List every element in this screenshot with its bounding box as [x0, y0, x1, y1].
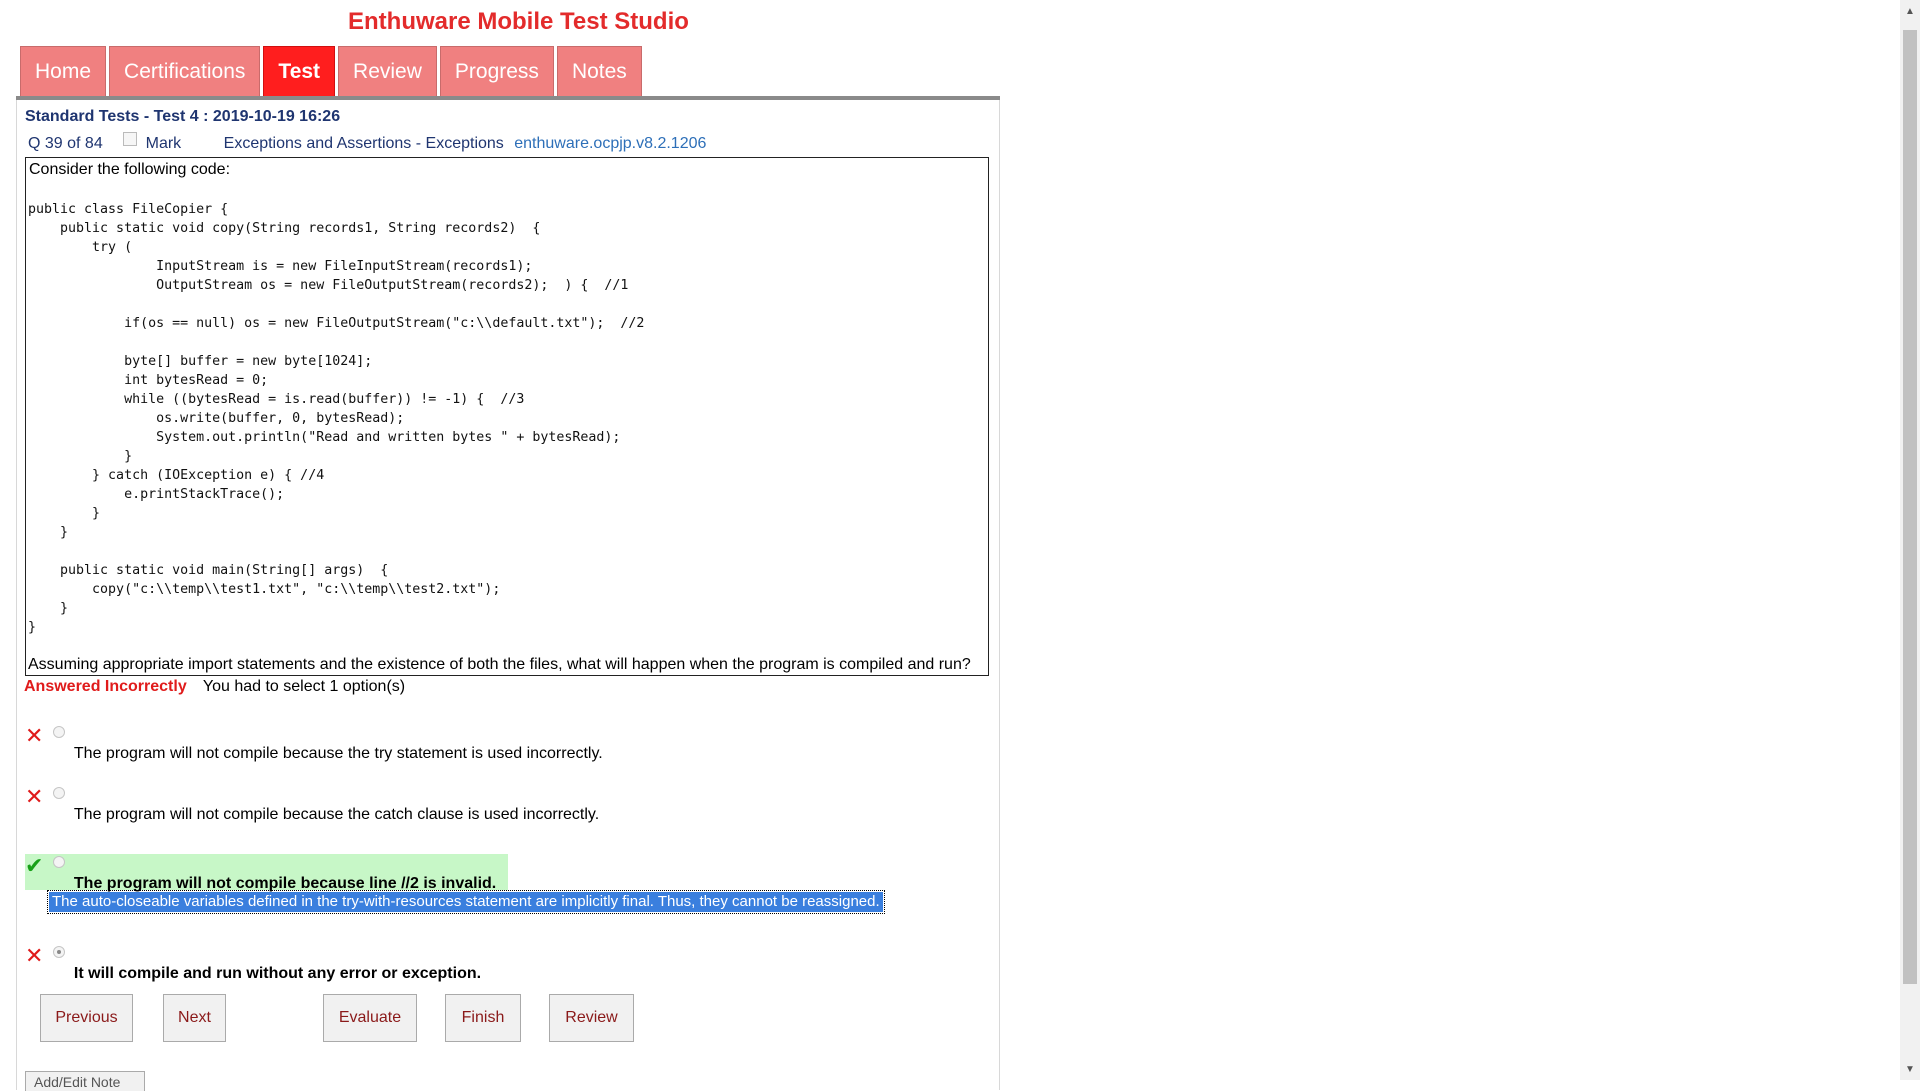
option-2: ✕ The program will not compile because t… — [25, 784, 600, 824]
answer-status: Answered Incorrectly You had to select 1… — [24, 678, 405, 696]
question-header: Q 39 of 84 Mark Exceptions and Assertion… — [28, 132, 706, 153]
question-prompt: Assuming appropriate import statements a… — [28, 656, 971, 673]
option-2-text: The program will not compile because the… — [73, 806, 600, 823]
option-1: ✕ The program will not compile because t… — [25, 723, 603, 763]
question-box: Consider the following code: public clas… — [25, 157, 989, 676]
scroll-down-icon[interactable]: ▼ — [1905, 1064, 1915, 1075]
tab-test[interactable]: Test — [263, 46, 336, 96]
scroll-up-icon[interactable]: ▲ — [1905, 6, 1915, 17]
vertical-scrollbar[interactable]: ▲ ▼ — [1900, 0, 1920, 1080]
option-3: ✔ The program will not compile because l… — [25, 853, 509, 892]
option-1-radio[interactable] — [53, 726, 66, 738]
add-edit-note-label: Add/Edit Note — [34, 1074, 121, 1090]
code-block: public class FileCopier { public static … — [28, 202, 645, 635]
option-4-text: It will compile and run without any erro… — [73, 965, 482, 982]
evaluate-button[interactable]: Evaluate — [323, 994, 417, 1042]
option-3-radio[interactable] — [53, 856, 66, 868]
explanation-text: The auto-closeable variables defined in … — [47, 890, 885, 914]
question-intro: Consider the following code: — [29, 161, 231, 178]
mark-label[interactable]: Mark — [146, 135, 182, 152]
option-2-radio[interactable] — [53, 787, 66, 799]
wrong-icon: ✕ — [25, 784, 44, 809]
selection-instruction: You had to select 1 option(s) — [202, 678, 406, 695]
tab-progress[interactable]: Progress — [439, 46, 554, 96]
app-title: Enthuware Mobile Test Studio — [348, 8, 689, 35]
option-4: ✕ It will compile and run without any er… — [25, 943, 482, 983]
tab-home[interactable]: Home — [20, 46, 107, 96]
wrong-icon: ✕ — [25, 723, 44, 748]
next-button[interactable]: Next — [163, 994, 226, 1042]
test-name: Standard Tests - Test 4 : 2019-10-19 16:… — [25, 108, 341, 125]
question-topic: Exceptions and Assertions - Exceptions — [223, 135, 504, 152]
mark-checkbox[interactable] — [123, 132, 138, 146]
wrong-icon: ✕ — [25, 943, 44, 968]
option-4-radio[interactable] — [53, 946, 66, 958]
previous-button[interactable]: Previous — [40, 994, 133, 1042]
result-status: Answered Incorrectly — [24, 678, 187, 695]
finish-button[interactable]: Finish — [445, 994, 521, 1042]
tab-notes[interactable]: Notes — [556, 46, 642, 96]
add-edit-note-button[interactable]: Add/Edit Note — [25, 1071, 145, 1091]
question-id: enthuware.ocpjp.v8.2.1206 — [514, 135, 707, 152]
option-3-text: The program will not compile because lin… — [73, 875, 497, 892]
review-button[interactable]: Review — [549, 994, 634, 1042]
question-position: Q 39 of 84 — [28, 135, 103, 152]
tab-certifications[interactable]: Certifications — [109, 46, 261, 96]
tab-review[interactable]: Review — [338, 46, 437, 96]
option-1-text: The program will not compile because the… — [73, 745, 603, 762]
tab-bar: Home Certifications Test Review Progress… — [20, 46, 645, 96]
check-icon: ✔ — [25, 853, 44, 878]
correct-option-highlight: ✔ The program will not compile because l… — [25, 853, 509, 892]
scrollbar-thumb[interactable] — [1903, 30, 1917, 984]
